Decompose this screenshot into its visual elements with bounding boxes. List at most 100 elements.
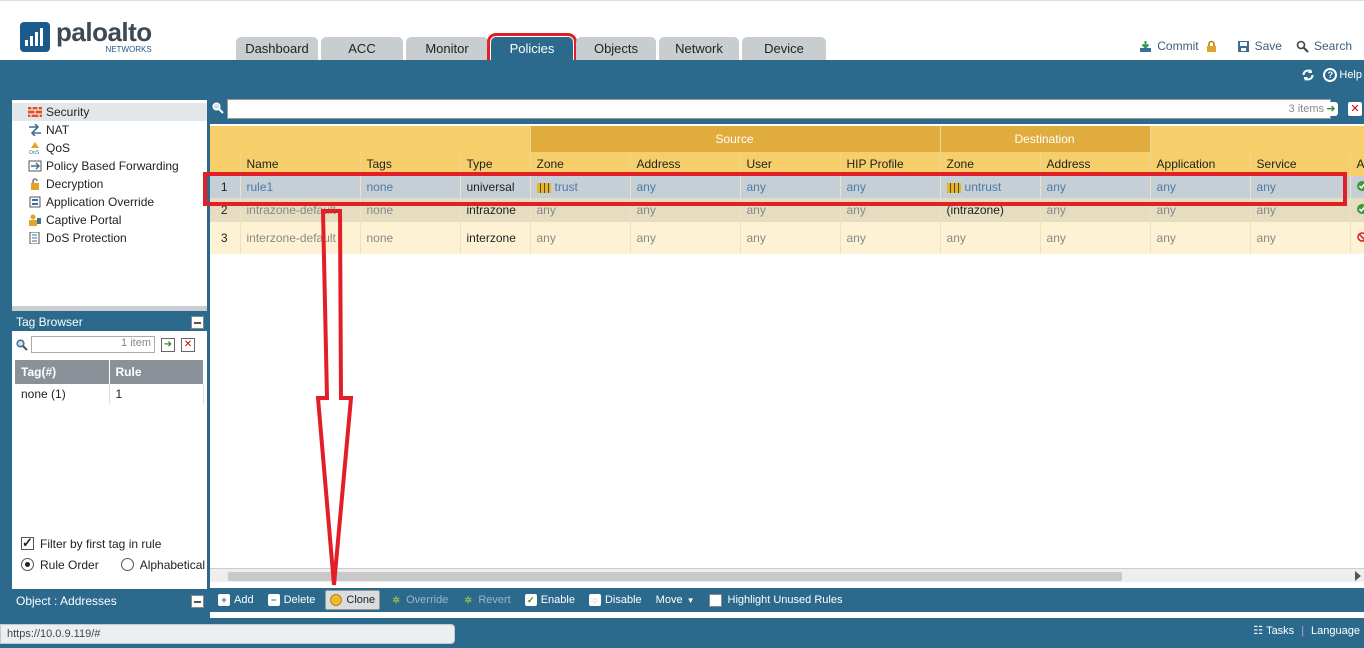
filter-first-tag-option[interactable]: Filter by first tag in rule — [12, 533, 207, 554]
help-icon[interactable]: ? — [1323, 68, 1338, 82]
app-override-icon — [29, 196, 41, 208]
tab-monitor[interactable]: Monitor — [406, 37, 488, 60]
rule-name-link[interactable]: rule1 — [240, 176, 361, 198]
tree-item-app-override[interactable]: Application Override — [12, 193, 207, 211]
rule-source-user: any — [740, 198, 841, 222]
column-header-name[interactable]: Name — [240, 152, 361, 176]
tab-policies[interactable]: Policies — [487, 33, 577, 64]
column-header-service[interactable]: Service — [1250, 152, 1351, 176]
tab-dashboard[interactable]: Dashboard — [236, 37, 318, 60]
clear-filter-icon[interactable]: ✕ — [1348, 102, 1362, 116]
tree-item-captive-portal[interactable]: Captive Portal — [12, 211, 207, 229]
tab-device[interactable]: Device — [742, 37, 826, 60]
table-row[interactable]: 2 intrazone-default none intrazone any a… — [210, 198, 1364, 222]
rule-type: interzone — [460, 222, 531, 254]
tree-item-label: DoS Protection — [46, 231, 127, 245]
rule-index: 1 — [210, 176, 241, 198]
rule-destination-address[interactable]: any — [1040, 176, 1151, 198]
pbf-icon — [28, 160, 42, 172]
rule-tags: none — [360, 198, 461, 222]
help-link[interactable]: Help — [1339, 69, 1362, 81]
deny-icon — [1356, 232, 1364, 242]
tab-network[interactable]: Network — [659, 37, 739, 60]
tree-item-pbf[interactable]: Policy Based Forwarding — [12, 157, 207, 175]
expand-icon[interactable] — [191, 594, 204, 608]
scroll-right-icon[interactable] — [1355, 571, 1361, 581]
tag-search-input[interactable]: 1 item — [31, 336, 155, 353]
move-dropdown[interactable]: Move ▼ — [652, 590, 699, 610]
tab-objects[interactable]: Objects — [576, 37, 656, 60]
rule-order-label: Rule Order — [40, 557, 99, 572]
rule-name-link[interactable]: interzone-default — [240, 222, 361, 254]
column-header-destination-zone[interactable]: Zone — [940, 152, 1041, 176]
highlight-unused-label: Highlight Unused Rules — [727, 594, 843, 606]
tree-item-security[interactable]: Security — [12, 103, 207, 121]
highlight-unused-option[interactable]: Highlight Unused Rules — [705, 590, 847, 610]
rule-tags[interactable]: none — [360, 176, 461, 198]
filter-first-tag-label: Filter by first tag in rule — [40, 536, 162, 551]
table-row[interactable]: 1 rule1 none universal trust any any any… — [210, 176, 1364, 198]
apply-filter-icon[interactable]: ➜ — [1324, 102, 1338, 116]
rule-source-user[interactable]: any — [740, 176, 841, 198]
rule-application[interactable]: any — [1150, 176, 1251, 198]
column-header-type[interactable]: Type — [460, 152, 531, 176]
zone-label: untrust — [964, 180, 1002, 194]
rule-service[interactable]: any — [1250, 176, 1351, 198]
column-header-source-address[interactable]: Address — [630, 152, 741, 176]
tree-item-decryption[interactable]: Decryption — [12, 175, 207, 193]
svg-text:QoS: QoS — [29, 150, 39, 154]
tree-item-nat[interactable]: NAT — [12, 121, 207, 139]
scrollbar-thumb[interactable] — [228, 572, 1122, 581]
commit-button[interactable]: Commit — [1139, 39, 1222, 53]
column-header[interactable]: Rule — [109, 360, 204, 384]
rule-source-zone[interactable]: trust — [530, 176, 631, 198]
disable-button[interactable]: ◌ Disable — [585, 590, 646, 610]
refresh-icon[interactable] — [1301, 68, 1315, 82]
filter-first-tag-checkbox[interactable] — [21, 535, 34, 551]
column-header-hip-profile[interactable]: HIP Profile — [840, 152, 941, 176]
tag-table: Tag(#) Rule none (1) 1 — [15, 360, 204, 404]
add-button[interactable]: + Add — [214, 590, 258, 610]
revert-button[interactable]: ✲ Revert — [458, 590, 514, 610]
delete-button[interactable]: − Delete — [264, 590, 320, 610]
captive-portal-icon — [29, 214, 41, 226]
alphabetical-radio[interactable] — [120, 558, 134, 571]
tab-acc[interactable]: ACC — [321, 37, 403, 60]
collapse-icon[interactable] — [191, 315, 204, 329]
apply-filter-icon[interactable]: ➜ — [161, 337, 175, 352]
column-header-tags[interactable]: Tags — [360, 152, 461, 176]
tasks-link[interactable]: Tasks — [1266, 625, 1294, 637]
enable-button[interactable]: ✓ Enable — [521, 590, 579, 610]
rules-search-input[interactable]: 3 items — [227, 99, 1331, 119]
highlight-unused-checkbox[interactable] — [708, 593, 722, 607]
rule-name-link[interactable]: intrazone-default — [240, 198, 361, 222]
table-row[interactable]: 3 interzone-default none interzone any a… — [210, 222, 1364, 254]
search-button[interactable]: Search — [1296, 39, 1352, 53]
column-header-source-user[interactable]: User — [740, 152, 841, 176]
language-link[interactable]: Language — [1311, 625, 1360, 637]
table-row[interactable]: none (1) 1 — [15, 384, 204, 404]
panel-splitter[interactable] — [12, 306, 207, 311]
override-button[interactable]: ✲ Override — [386, 590, 452, 610]
object-panel-header[interactable]: Object : Addresses — [12, 592, 207, 610]
rule-source-address[interactable]: any — [630, 176, 741, 198]
column-header-application[interactable]: Application — [1150, 152, 1251, 176]
save-button[interactable]: Save — [1237, 39, 1282, 53]
column-header-action[interactable]: A — [1350, 152, 1364, 176]
clear-filter-icon[interactable]: ✕ — [181, 337, 195, 352]
column-header[interactable]: Tag(#) — [15, 360, 110, 384]
tag-browser-title: Tag Browser — [16, 315, 83, 329]
clone-button[interactable]: Clone — [325, 590, 381, 610]
column-header-index[interactable] — [210, 152, 241, 176]
horizontal-scrollbar[interactable] — [210, 568, 1364, 582]
search-label: Search — [1313, 39, 1352, 53]
tree-item-dos-protection[interactable]: DoS Protection — [12, 229, 207, 247]
rule-destination-zone: (intrazone) — [940, 198, 1041, 222]
column-header-source-zone[interactable]: Zone — [530, 152, 631, 176]
rule-hip-profile[interactable]: any — [840, 176, 941, 198]
tree-item-qos[interactable]: QoS QoS — [12, 139, 207, 157]
rule-destination-zone[interactable]: untrust — [940, 176, 1041, 198]
override-icon: ✲ — [392, 595, 400, 605]
column-header-destination-address[interactable]: Address — [1040, 152, 1151, 176]
rule-order-radio[interactable] — [21, 558, 34, 571]
